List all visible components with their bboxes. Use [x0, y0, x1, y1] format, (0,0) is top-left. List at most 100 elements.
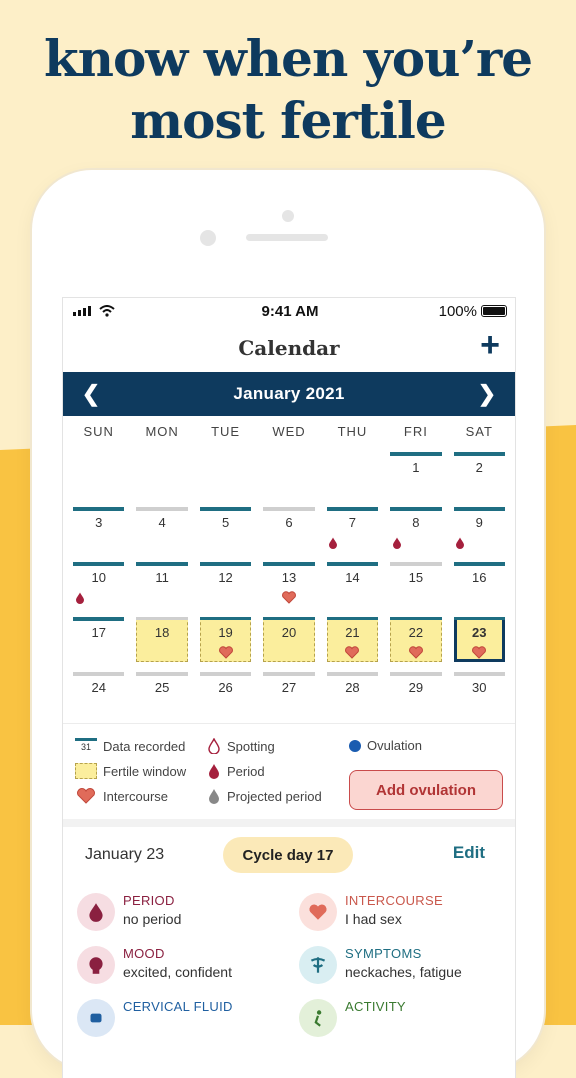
calendar-day-9[interactable]: 9	[448, 501, 511, 556]
calendar-day-10[interactable]: 10	[67, 556, 130, 611]
nav-bar: Calendar +	[63, 324, 515, 372]
day-number: 4	[158, 515, 166, 530]
calendar-day-3[interactable]: 3	[67, 501, 130, 556]
data-recorded-bar	[453, 562, 505, 566]
calendar-day-28[interactable]: 28	[321, 666, 384, 721]
day-summary-row: January 23 Cycle day 17 Edit	[63, 827, 515, 883]
calendar-day-22[interactable]: 22	[384, 611, 447, 666]
projected-drop-icon	[209, 789, 219, 804]
activity-icon	[299, 999, 337, 1037]
day-number: 13	[281, 570, 297, 585]
head-icon	[77, 946, 115, 984]
chevron-left-icon[interactable]: ❮	[79, 381, 103, 407]
calendar-day-17[interactable]: 17	[67, 611, 130, 666]
detail-intercourse[interactable]: INTERCOURSE I had sex	[299, 893, 443, 931]
calendar-day-8[interactable]: 8	[384, 501, 447, 556]
calendar-day-23[interactable]: 23	[448, 611, 511, 666]
detail-text: CERVICAL FLUID	[123, 999, 233, 1037]
add-ovulation-button[interactable]: Add ovulation	[349, 770, 503, 810]
detail-value: I had sex	[345, 911, 402, 927]
day-number: 2	[475, 460, 483, 475]
day-number: 26	[218, 680, 233, 695]
calendar-day-12[interactable]: 12	[194, 556, 257, 611]
calendar-day-5[interactable]: 5	[194, 501, 257, 556]
calendar-day-24[interactable]: 24	[67, 666, 130, 721]
data-recorded-bar	[263, 617, 315, 620]
detail-key: CERVICAL FLUID	[123, 999, 233, 1014]
weekday-label: THU	[337, 423, 368, 439]
day-number: 15	[408, 570, 424, 585]
calendar-day-1[interactable]: 1	[384, 446, 447, 501]
detail-period[interactable]: PERIOD no period	[77, 893, 181, 931]
heart-icon	[299, 893, 337, 931]
period-drop-icon	[329, 537, 338, 549]
status-time: 9:41 AM	[261, 302, 319, 320]
legend-projected-label: Projected period	[227, 788, 322, 804]
data-recorded-bar	[73, 617, 125, 621]
chevron-right-icon[interactable]: ❯	[475, 381, 499, 407]
calendar-empty-cell	[67, 446, 130, 501]
legend-spotting: Spotting	[207, 738, 275, 754]
detail-key: ACTIVITY	[345, 999, 406, 1014]
detail-activity[interactable]: ACTIVITY	[299, 999, 406, 1037]
no-data-bar	[73, 672, 125, 676]
calendar-day-29[interactable]: 29	[384, 666, 447, 721]
status-left	[73, 305, 153, 317]
calendar-day-20[interactable]: 20	[257, 611, 320, 666]
calendar-day-26[interactable]: 26	[194, 666, 257, 721]
detail-key: PERIOD	[123, 893, 175, 908]
day-details: PERIOD no period INTERCOURSE I had sex MOOD e…	[63, 883, 515, 1037]
selected-date: January 23	[85, 846, 165, 863]
wifi-icon	[99, 305, 115, 317]
day-number: 28	[345, 680, 360, 695]
signal-icon	[73, 306, 91, 316]
calendar-day-13[interactable]: 13	[257, 556, 320, 611]
calendar-day-6[interactable]: 6	[257, 501, 320, 556]
data-recorded-bar	[263, 562, 315, 566]
cycle-day-badge: Cycle day 17	[223, 837, 353, 873]
detail-symptoms[interactable]: SYMPTOMS neckaches, fatigue	[299, 946, 462, 984]
data-recorded-bar	[199, 562, 252, 566]
legend-period: Period	[207, 763, 265, 779]
calendar-day-21[interactable]: 21	[321, 611, 384, 666]
detail-value: no period	[123, 911, 182, 927]
heart-icon	[77, 788, 95, 804]
legend-intercourse-label: Intercourse	[103, 788, 169, 804]
day-number: 20	[281, 625, 297, 640]
plus-icon[interactable]: +	[475, 328, 505, 362]
weekday-label: FRI	[403, 423, 428, 439]
legend: 31 Data recorded Fertile window Intercou…	[63, 723, 515, 819]
calendar-day-11[interactable]: 11	[130, 556, 193, 611]
drop-icon	[77, 893, 115, 931]
day-number: 25	[154, 680, 170, 695]
calendar-day-4[interactable]: 4	[130, 501, 193, 556]
day-number: 9	[475, 515, 483, 530]
no-data-bar	[390, 672, 442, 676]
calendar-day-30[interactable]: 30	[448, 666, 511, 721]
phone-frame: 9:41 AM 100% Calendar + ❮ January 2021 ❯…	[32, 170, 544, 1078]
calendar-day-25[interactable]: 25	[130, 666, 193, 721]
data-recorded-bar	[136, 562, 188, 566]
edit-button[interactable]: Edit	[453, 843, 485, 863]
weekday-header: SUN MON TUE WED THU FRI SAT	[63, 416, 515, 446]
legend-projected-period: Projected period	[207, 788, 322, 804]
no-data-bar	[453, 672, 505, 676]
calendar-day-2[interactable]: 2	[448, 446, 511, 501]
detail-cervical-fluid[interactable]: CERVICAL FLUID	[77, 999, 233, 1037]
detail-mood[interactable]: MOOD excited, confident	[77, 946, 232, 984]
calendar-day-27[interactable]: 27	[257, 666, 320, 721]
calendar-day-18[interactable]: 18	[130, 611, 193, 666]
heart-icon	[218, 646, 233, 659]
calendar-day-16[interactable]: 16	[448, 556, 511, 611]
data-recorded-bar	[390, 617, 442, 620]
day-number: 7	[348, 515, 357, 530]
calendar-day-15[interactable]: 15	[384, 556, 447, 611]
calendar-day-14[interactable]: 14	[321, 556, 384, 611]
detail-key: INTERCOURSE	[345, 893, 443, 908]
legend-spotting-label: Spotting	[227, 738, 275, 754]
no-data-bar	[199, 672, 252, 676]
calendar-day-7[interactable]: 7	[321, 501, 384, 556]
calendar-day-19[interactable]: 19	[194, 611, 257, 666]
day-number: 12	[218, 570, 233, 585]
no-data-bar	[390, 562, 442, 566]
